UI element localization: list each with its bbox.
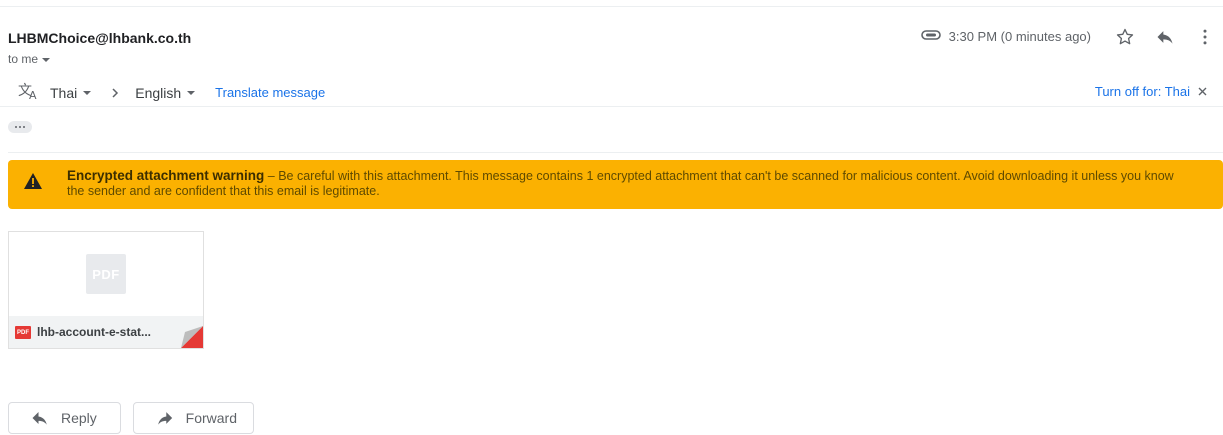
recipient-details-toggle[interactable]: to me: [8, 52, 51, 66]
pdf-icon: PDF: [15, 326, 31, 339]
encrypted-attachment-warning: Encrypted attachment warning – Be carefu…: [8, 160, 1223, 209]
target-language-label: English: [135, 84, 182, 101]
pdf-preview-icon: PDF: [86, 254, 126, 294]
translate-icon: 文A: [18, 82, 40, 103]
sender-address[interactable]: LHBMChoice@lhbank.co.th: [8, 30, 191, 46]
attachment-icon: [920, 29, 941, 44]
forward-label: Forward: [185, 410, 237, 426]
source-language-select[interactable]: Thai: [50, 84, 92, 101]
translate-bar: 文A Thai English Translate message Turn o…: [0, 72, 1223, 107]
reply-icon: [1157, 31, 1173, 44]
chevron-down-icon: [42, 58, 51, 62]
close-icon[interactable]: [1198, 84, 1207, 99]
reply-button[interactable]: Reply: [8, 402, 121, 434]
message-time: 3:30 PM (0 minutes ago): [920, 29, 1091, 44]
forward-button[interactable]: Forward: [133, 402, 254, 434]
show-trimmed-content-button[interactable]: [8, 121, 32, 133]
warning-icon: [23, 172, 43, 195]
timestamp: 3:30 PM (0 minutes ago): [948, 29, 1091, 44]
more-vert-icon: [1203, 29, 1207, 45]
forward-icon: [158, 412, 173, 425]
reply-label: Reply: [61, 410, 97, 426]
translate-message-link[interactable]: Translate message: [215, 85, 325, 100]
chevron-down-icon: [187, 90, 196, 95]
reply-icon: [32, 412, 47, 425]
chevron-down-icon: [83, 90, 92, 95]
recipient-label: to me: [8, 52, 39, 66]
target-language-select[interactable]: English: [135, 84, 196, 101]
star-icon: [1116, 28, 1134, 45]
source-language-label: Thai: [50, 84, 78, 101]
warning-title: Encrypted attachment warning: [67, 168, 265, 183]
star-button[interactable]: [1113, 25, 1137, 49]
attachment-filename: lhb-account-e-stat...: [37, 325, 152, 339]
attachment-preview[interactable]: PDF: [9, 232, 203, 316]
attachment-card[interactable]: PDF PDF lhb-account-e-stat...: [8, 231, 204, 349]
top-divider: [0, 6, 1223, 7]
turn-off-translation-link[interactable]: Turn off for: Thai: [1095, 84, 1190, 99]
arrow-right-icon: [111, 87, 119, 98]
content-divider: [8, 152, 1223, 153]
svg-text:A: A: [29, 89, 37, 100]
attachment-footer: PDF lhb-account-e-stat...: [9, 316, 203, 348]
folded-corner-icon: [181, 326, 203, 348]
more-options-button[interactable]: [1193, 25, 1217, 49]
reply-header-button[interactable]: [1153, 25, 1177, 49]
